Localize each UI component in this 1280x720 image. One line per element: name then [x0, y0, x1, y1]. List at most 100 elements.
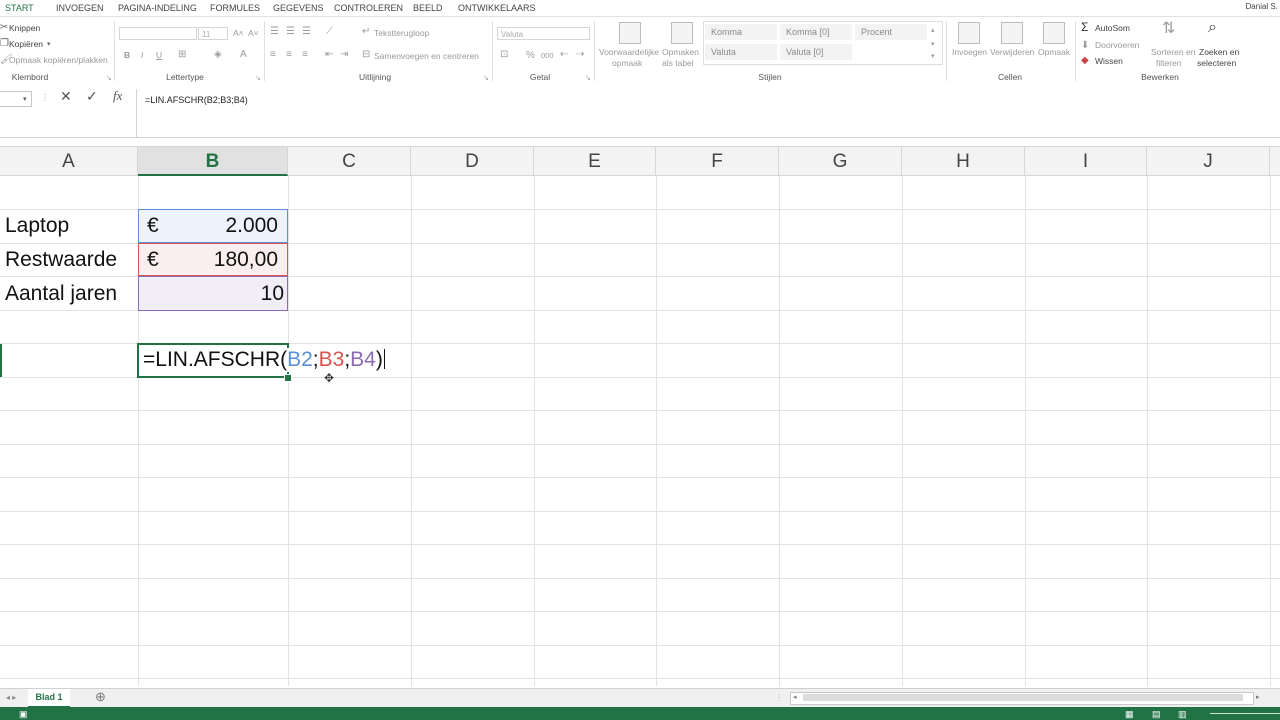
align-right-icon[interactable]: ≡ — [302, 49, 308, 61]
align-left-icon[interactable]: ≡ — [270, 49, 276, 61]
column-header-g[interactable]: G — [779, 147, 902, 176]
tab-beeld[interactable]: BEELD — [413, 0, 443, 16]
conditional-format-button-line2[interactable]: opmaak — [612, 58, 642, 68]
autosum-button[interactable]: AutoSom — [1095, 23, 1130, 33]
scroll-down-icon[interactable]: ▾ — [931, 39, 935, 51]
sort-filter-button-line2[interactable]: filteren — [1156, 58, 1182, 68]
scroll-right-icon[interactable]: ▸ — [1256, 692, 1260, 704]
style-valuta-0[interactable]: Valuta [0] — [780, 44, 852, 60]
cell-b2[interactable]: 2.000 — [225, 214, 278, 238]
font-size-dropdown[interactable]: 11 — [198, 27, 228, 40]
tab-invoegen[interactable]: INVOEGEN — [56, 0, 104, 16]
number-format-dropdown[interactable]: Valuta — [497, 27, 590, 40]
scroll-sheets-icon[interactable]: ◂ ▸ — [6, 692, 16, 704]
thousands-button[interactable]: 000 — [541, 51, 554, 60]
find-select-button-line1[interactable]: Zoeken en — [1199, 47, 1239, 57]
page-break-view-icon[interactable]: ▥ — [1178, 708, 1187, 720]
wrap-text-button[interactable]: Tekstterugloop — [374, 28, 429, 38]
conditional-format-button-line1[interactable]: Voorwaardelijke — [599, 47, 659, 57]
column-header-j[interactable]: J — [1147, 147, 1270, 176]
formula-input[interactable]: =LIN.AFSCHR(B2;B3;B4) — [136, 89, 1280, 137]
scroll-left-icon[interactable]: ◂ — [793, 692, 797, 704]
grow-font-button[interactable]: A˄ — [233, 28, 244, 38]
align-bottom-icon[interactable]: ☰ — [302, 26, 311, 38]
column-header-f[interactable]: F — [656, 147, 779, 176]
shrink-font-button[interactable]: A˅ — [248, 28, 259, 38]
cell-b4[interactable]: 10 — [261, 282, 284, 306]
decrease-decimal-icon[interactable]: ⇢ — [576, 49, 584, 61]
format-as-table-button-line1[interactable]: Opmaken — [662, 47, 699, 57]
style-komma-0[interactable]: Komma [0] — [780, 24, 852, 40]
cancel-icon[interactable]: ✕ — [60, 89, 72, 103]
column-header-a[interactable]: A — [0, 147, 138, 176]
style-komma[interactable]: Komma — [705, 24, 777, 40]
more-icon[interactable]: ▾ — [931, 51, 935, 63]
format-cells-button[interactable]: Opmaak — [1038, 47, 1070, 57]
insert-cells-button[interactable]: Invoegen — [952, 47, 987, 57]
add-sheet-icon[interactable]: ⊕ — [95, 690, 106, 703]
decrease-indent-icon[interactable]: ⇤ — [325, 49, 333, 61]
fill-color-icon[interactable]: ◈ — [214, 49, 222, 61]
format-as-table-button-line2[interactable]: als tabel — [662, 58, 694, 68]
merge-center-button[interactable]: Samenvoegen en centreren — [374, 51, 479, 61]
align-middle-icon[interactable]: ☰ — [286, 26, 295, 38]
drag-handle-icon[interactable]: ⋮ — [41, 92, 49, 104]
enter-icon[interactable]: ✓ — [86, 89, 98, 103]
align-center-icon[interactable]: ≡ — [286, 49, 292, 61]
tab-pagina-indeling[interactable]: PAGINA-INDELING — [118, 0, 197, 16]
column-header-b[interactable]: B — [138, 147, 288, 176]
underline-button[interactable]: U — [156, 50, 162, 60]
drag-handle-icon[interactable]: ⋮ — [775, 692, 783, 704]
dialog-launcher-icon[interactable]: ↘ — [255, 73, 261, 85]
cell-b6-editor[interactable]: =LIN.AFSCHR(B2;B3;B4) — [143, 348, 387, 372]
user-name[interactable]: Danial S. — [1246, 0, 1278, 14]
chevron-down-icon[interactable]: ▾ — [47, 39, 51, 51]
page-layout-view-icon[interactable]: ▤ — [1152, 708, 1161, 720]
column-header-h[interactable]: H — [902, 147, 1025, 176]
font-name-dropdown[interactable] — [119, 27, 197, 40]
fill-button[interactable]: Doorvoeren — [1095, 40, 1139, 50]
increase-indent-icon[interactable]: ⇥ — [340, 49, 348, 61]
delete-cells-button[interactable]: Verwijderen — [990, 47, 1034, 57]
sheet-tab-blad1[interactable]: Blad 1 — [28, 689, 70, 708]
tab-formules[interactable]: FORMULES — [210, 0, 260, 16]
sort-filter-button-line1[interactable]: Sorteren en — [1151, 47, 1195, 57]
dialog-launcher-icon[interactable]: ↘ — [585, 73, 591, 85]
horizontal-scrollbar[interactable]: ◂ — [790, 692, 1254, 705]
insert-function-icon[interactable]: fx — [113, 89, 122, 102]
macro-record-icon[interactable]: ▣ — [19, 708, 28, 720]
increase-decimal-icon[interactable]: ⇠ — [560, 49, 568, 61]
currency-icon[interactable]: ⊡ — [500, 49, 508, 61]
style-valuta[interactable]: Valuta — [705, 44, 777, 60]
column-header-d[interactable]: D — [411, 147, 534, 176]
bold-button[interactable]: B — [124, 50, 130, 60]
column-header-c[interactable]: C — [288, 147, 411, 176]
tab-ontwikkelaars[interactable]: ONTWIKKELAARS — [458, 0, 536, 16]
clear-button[interactable]: Wissen — [1095, 56, 1123, 66]
dialog-launcher-icon[interactable]: ↘ — [483, 73, 489, 85]
font-color-icon[interactable]: A — [240, 49, 247, 61]
cell-a3[interactable]: Restwaarde — [5, 248, 117, 272]
percent-button[interactable]: % — [526, 50, 535, 61]
scroll-up-icon[interactable]: ▴ — [931, 25, 935, 37]
dialog-launcher-icon[interactable]: ↘ — [106, 73, 112, 85]
align-top-icon[interactable]: ☰ — [270, 26, 279, 38]
column-header-i[interactable]: I — [1025, 147, 1147, 176]
cut-button[interactable]: Knippen — [9, 23, 40, 33]
normal-view-icon[interactable]: ▦ — [1125, 708, 1134, 720]
cell-a4[interactable]: Aantal jaren — [5, 282, 117, 306]
zoom-slider[interactable] — [1210, 713, 1280, 714]
name-box[interactable]: ▾ — [0, 91, 32, 107]
fill-handle[interactable] — [284, 374, 292, 382]
chevron-down-icon[interactable]: ▾ — [23, 94, 27, 106]
cell-b3[interactable]: 180,00 — [214, 248, 278, 272]
orientation-icon[interactable]: ⟋ — [326, 26, 333, 38]
find-select-button-line2[interactable]: selecteren — [1197, 58, 1236, 68]
worksheet-grid[interactable]: Laptop Restwaarde Aantal jaren € 2.000 €… — [0, 176, 1280, 686]
italic-button[interactable]: I — [141, 50, 143, 60]
cell-a2[interactable]: Laptop — [5, 214, 69, 238]
style-procent[interactable]: Procent — [855, 24, 927, 40]
border-icon[interactable]: ⊞ — [178, 49, 186, 61]
column-header-e[interactable]: E — [534, 147, 656, 176]
tab-gegevens[interactable]: GEGEVENS — [273, 0, 324, 16]
